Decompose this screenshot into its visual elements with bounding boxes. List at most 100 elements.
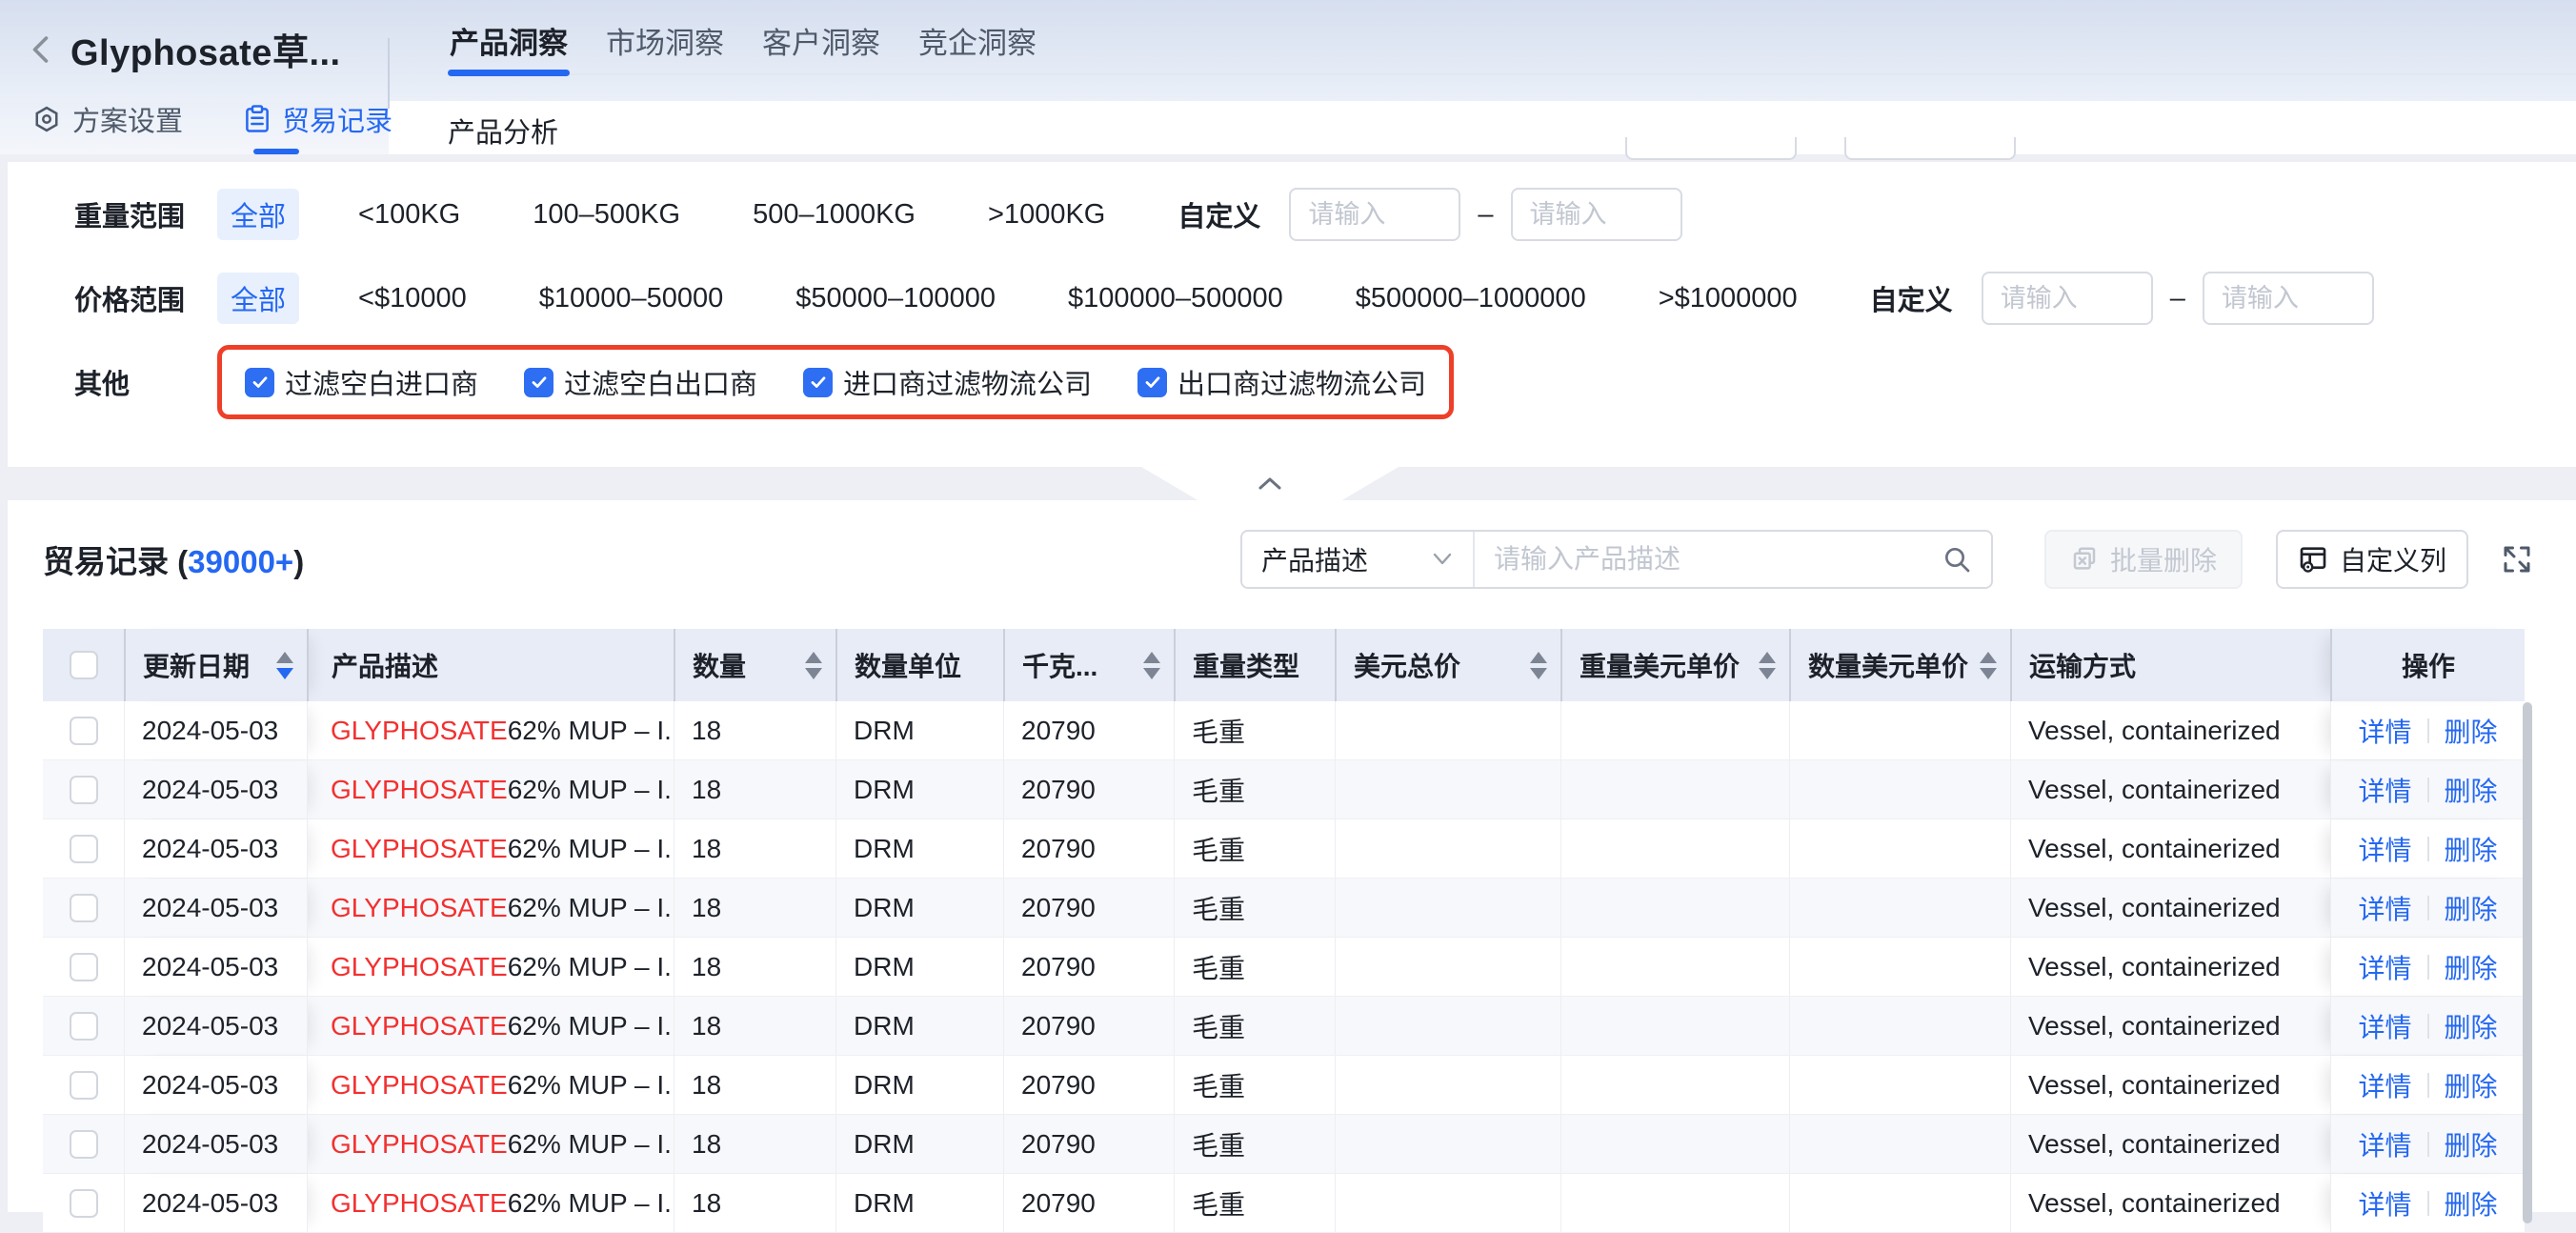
cell-weight-type: 毛重 [1174, 760, 1335, 819]
subnav-item-plan-settings[interactable]: 方案设置 [32, 99, 183, 139]
column-header-usd-per-qty[interactable]: 数量美元单价 [1789, 629, 2010, 701]
cell-transport: Vessel, containerized [2010, 938, 2330, 996]
cell-transport: Vessel, containerized [2010, 1174, 2330, 1232]
price-option-5[interactable]: $500000–1000000 [1356, 283, 1586, 314]
checkbox-importer-filter-logistics[interactable]: 进口商过滤物流公司 [803, 362, 1092, 402]
row-checkbox[interactable] [70, 1189, 98, 1218]
sort-icon-qty[interactable] [805, 652, 822, 679]
cell-kg: 20790 [1003, 819, 1174, 878]
detail-link[interactable]: 详情 [2358, 1066, 2411, 1104]
sort-icon-usd-per-weight[interactable] [1759, 652, 1776, 679]
weight-range-label: 重量范围 [74, 194, 217, 234]
cutoff-input-2[interactable] [1844, 137, 2016, 160]
weight-option-3[interactable]: 500–1000KG [753, 199, 916, 231]
tab-competitor-insight[interactable]: 竞企洞察 [916, 19, 1038, 62]
checkbox-label: 出口商过滤物流公司 [1177, 362, 1426, 402]
subnav: 方案设置 贸易记录 [32, 99, 392, 139]
tab-customer-insight[interactable]: 客户洞察 [760, 19, 882, 62]
weight-option-4[interactable]: >1000KG [988, 199, 1105, 231]
detail-link[interactable]: 详情 [2358, 771, 2411, 809]
weight-max-input[interactable] [1511, 188, 1682, 241]
subnav-item-trade-records[interactable]: 贸易记录 [244, 99, 392, 139]
detail-link[interactable]: 详情 [2358, 889, 2411, 927]
hexagon-gear-icon [32, 105, 61, 133]
subnav-item-label: 方案设置 [72, 99, 183, 139]
back-chevron-icon[interactable] [25, 32, 59, 67]
delete-link[interactable]: 删除 [2445, 889, 2498, 927]
delete-link[interactable]: 删除 [2445, 1184, 2498, 1223]
detail-link[interactable]: 详情 [2358, 1184, 2411, 1223]
cell-usd-per-qty [1789, 879, 2010, 937]
column-header-qty[interactable]: 数量 [674, 629, 835, 701]
checkbox-filter-blank-exporter[interactable]: 过滤空白出口商 [524, 362, 757, 402]
cutoff-input-1[interactable] [1625, 137, 1797, 160]
cell-usd-per-qty [1789, 1056, 2010, 1114]
price-option-3[interactable]: $50000–100000 [795, 283, 996, 314]
row-checkbox[interactable] [70, 1071, 98, 1100]
price-option-all[interactable]: 全部 [217, 273, 299, 324]
weight-option-1[interactable]: <100KG [358, 199, 460, 231]
search-field-select[interactable]: 产品描述 [1242, 532, 1475, 587]
checkbox-filter-blank-importer[interactable]: 过滤空白进口商 [245, 362, 478, 402]
price-option-2[interactable]: $10000–50000 [539, 283, 724, 314]
delete-link[interactable]: 删除 [2445, 1066, 2498, 1104]
price-option-1[interactable]: <$10000 [358, 283, 467, 314]
collapse-filter-button[interactable] [1141, 467, 1399, 500]
column-header-usd-total[interactable]: 美元总价 [1335, 629, 1560, 701]
select-all-checkbox[interactable] [70, 651, 98, 679]
detail-link[interactable]: 详情 [2358, 830, 2411, 868]
batch-delete-button[interactable]: 批量删除 [2044, 530, 2243, 589]
row-checkbox[interactable] [70, 1130, 98, 1159]
search-input[interactable] [1475, 544, 1922, 575]
search-field-label: 产品描述 [1261, 540, 1368, 578]
sort-icon-kg[interactable] [1143, 652, 1160, 679]
tab-product-insight[interactable]: 产品洞察 [448, 19, 570, 62]
custom-columns-button[interactable]: 自定义列 [2276, 530, 2468, 589]
column-header-update-date[interactable]: 更新日期 [124, 629, 307, 701]
cell-qty-unit: DRM [835, 1115, 1003, 1173]
row-checkbox[interactable] [70, 835, 98, 863]
sort-icon-usd-total[interactable] [1530, 652, 1547, 679]
column-header-kg[interactable]: 千克... [1003, 629, 1174, 701]
cell-transport: Vessel, containerized [2010, 997, 2330, 1055]
weight-option-all[interactable]: 全部 [217, 189, 299, 240]
delete-link[interactable]: 删除 [2445, 712, 2498, 750]
cell-usd-per-weight [1560, 819, 1789, 878]
price-max-input[interactable] [2203, 272, 2374, 325]
price-min-input[interactable] [1982, 272, 2153, 325]
detail-link[interactable]: 详情 [2358, 948, 2411, 986]
price-option-6[interactable]: >$1000000 [1659, 283, 1798, 314]
search-button[interactable] [1922, 544, 1991, 575]
detail-link[interactable]: 详情 [2358, 1125, 2411, 1163]
detail-link[interactable]: 详情 [2358, 1007, 2411, 1045]
checkbox-exporter-filter-logistics[interactable]: 出口商过滤物流公司 [1137, 362, 1426, 402]
sort-icon-usd-per-qty[interactable] [1980, 652, 1997, 679]
delete-link[interactable]: 删除 [2445, 1007, 2498, 1045]
vertical-scrollbar[interactable] [2523, 702, 2532, 1223]
tab-market-insight[interactable]: 市场洞察 [604, 19, 726, 62]
row-checkbox[interactable] [70, 953, 98, 981]
delete-link[interactable]: 删除 [2445, 771, 2498, 809]
cell-transport: Vessel, containerized [2010, 879, 2330, 937]
detail-link[interactable]: 详情 [2358, 712, 2411, 750]
tab-product-analysis[interactable]: 产品分析 [448, 111, 558, 151]
delete-link[interactable]: 删除 [2445, 948, 2498, 986]
sort-icon-update-date[interactable] [276, 652, 293, 679]
weight-option-2[interactable]: 100–500KG [533, 199, 680, 231]
row-checkbox[interactable] [70, 776, 98, 804]
row-checkbox[interactable] [70, 1012, 98, 1041]
weight-min-input[interactable] [1289, 188, 1460, 241]
cell-usd-per-qty [1789, 1115, 2010, 1173]
delete-link[interactable]: 删除 [2445, 1125, 2498, 1163]
checkbox-label: 过滤空白进口商 [285, 362, 478, 402]
search-box: 产品描述 [1240, 530, 1993, 589]
price-option-4[interactable]: $100000–500000 [1068, 283, 1283, 314]
link-separator [2427, 1073, 2429, 1098]
row-checkbox[interactable] [70, 717, 98, 745]
column-header-usd-per-weight[interactable]: 重量美元单价 [1560, 629, 1789, 701]
fullscreen-expand-button[interactable] [2500, 542, 2534, 576]
row-checkbox[interactable] [70, 894, 98, 922]
batch-delete-label: 批量删除 [2110, 540, 2217, 578]
cell-weight-type: 毛重 [1174, 1174, 1335, 1232]
delete-link[interactable]: 删除 [2445, 830, 2498, 868]
